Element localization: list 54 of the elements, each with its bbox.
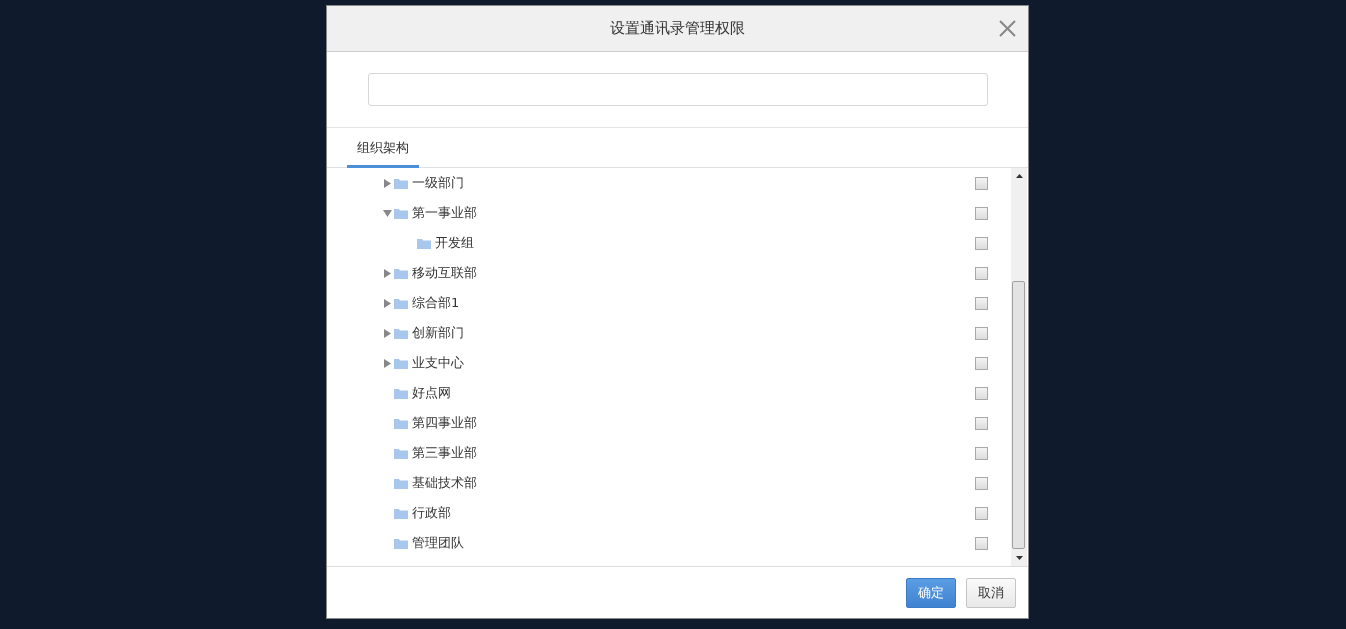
checkbox[interactable] [975, 506, 988, 520]
checkbox[interactable] [975, 266, 988, 280]
folder-icon [394, 507, 408, 519]
checkbox[interactable] [975, 176, 988, 190]
tree-item-label[interactable]: 业支中心 [412, 354, 464, 372]
checkbox[interactable] [975, 356, 988, 370]
folder-icon [394, 267, 408, 279]
folder-icon [394, 207, 408, 219]
tree-item-label[interactable]: 第一事业部 [412, 204, 477, 222]
scroll-up-icon[interactable] [1015, 174, 1023, 178]
caret-right-icon[interactable] [383, 178, 392, 188]
checkbox[interactable] [975, 446, 988, 460]
dialog-title: 设置通讯录管理权限 [610, 19, 745, 38]
tree-item-label[interactable]: 好点网 [412, 384, 451, 402]
caret-right-icon[interactable] [383, 298, 392, 308]
folder-icon [394, 357, 408, 369]
tree-item-label[interactable]: 管理团队 [412, 534, 464, 552]
checkbox[interactable] [975, 206, 988, 220]
checkbox[interactable] [975, 416, 988, 430]
caret-down-icon[interactable] [383, 208, 392, 218]
folder-icon [394, 177, 408, 189]
scrollbar-thumb[interactable] [1012, 281, 1025, 549]
checkbox[interactable] [975, 326, 988, 340]
tree-item-label[interactable]: 行政部 [412, 504, 451, 522]
tree-item-label[interactable]: 综合部1 [412, 294, 460, 312]
folder-icon [394, 387, 408, 399]
folder-icon [394, 447, 408, 459]
caret-right-icon[interactable] [383, 358, 392, 368]
checkbox[interactable] [975, 236, 988, 250]
folder-icon [394, 417, 408, 429]
checkbox[interactable] [975, 536, 988, 550]
folder-icon [394, 297, 408, 309]
scrollbar[interactable] [1011, 168, 1027, 566]
checkbox[interactable] [975, 476, 988, 490]
tree-item-label[interactable]: 一级部门 [412, 174, 464, 192]
close-icon[interactable] [999, 20, 1016, 37]
tree-item-label[interactable]: 第三事业部 [412, 444, 477, 462]
caret-right-icon[interactable] [383, 328, 392, 338]
tree-item-label[interactable]: 创新部门 [412, 324, 464, 342]
folder-icon [417, 237, 431, 249]
checkbox[interactable] [975, 296, 988, 310]
tree-item-label[interactable]: 移动互联部 [412, 264, 477, 282]
folder-icon [394, 477, 408, 489]
tree-item-label[interactable]: 基础技术部 [412, 474, 477, 492]
checkbox[interactable] [975, 386, 988, 400]
cancel-button[interactable]: 取消 [966, 577, 1016, 608]
folder-icon [394, 327, 408, 339]
folder-icon [394, 537, 408, 549]
scroll-down-icon[interactable] [1015, 556, 1023, 560]
tab[interactable]: 组织架构 [347, 139, 419, 168]
search-field[interactable] [367, 73, 988, 106]
tree-item-label[interactable]: 开发组 [435, 234, 474, 252]
tree-item-label[interactable]: 第四事业部 [412, 414, 477, 432]
caret-right-icon[interactable] [383, 268, 392, 278]
